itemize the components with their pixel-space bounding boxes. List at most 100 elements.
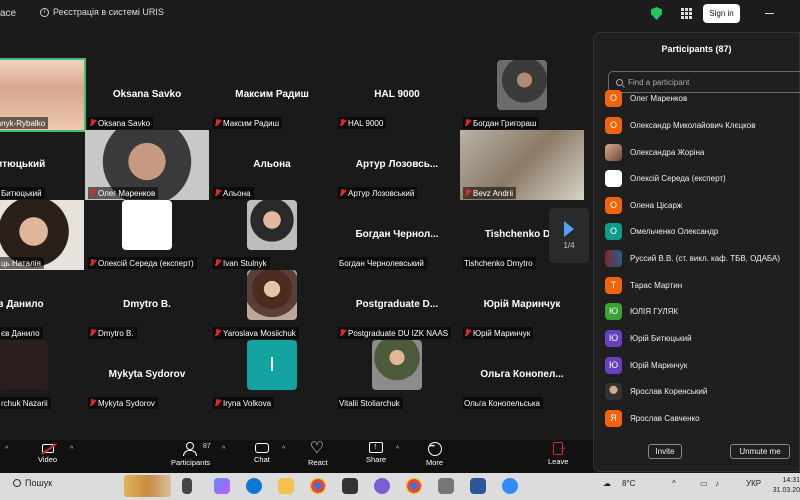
participant-row[interactable]: О Омельченко Олександр: [605, 222, 718, 240]
participant-row[interactable]: Руссий В.В. (ст. викл. каф. ТБВ, ОДАБА): [605, 249, 780, 267]
video-tile[interactable]: rchuk Nazarii: [0, 340, 84, 410]
edge-icon[interactable]: [246, 478, 262, 494]
system-clock[interactable]: 14:31 31.03.20: [765, 476, 800, 496]
page-indicator: 1/4: [563, 241, 575, 250]
participants-title: Participants (87): [661, 44, 732, 54]
caret-up-icon[interactable]: ^: [222, 446, 225, 453]
mic-muted-icon: [214, 399, 221, 407]
participant-row[interactable]: Ю ЮЛІЯ ГУЛЯК: [605, 302, 678, 320]
video-tile[interactable]: й Битюцький Битюцький: [0, 130, 84, 200]
chrome-icon[interactable]: [310, 478, 326, 494]
language-indicator[interactable]: УКР: [746, 479, 761, 488]
mic-muted-icon: [89, 259, 96, 267]
unmute-me-button[interactable]: Unmute me: [730, 444, 790, 459]
more-button[interactable]: More: [426, 442, 443, 467]
caret-up-icon[interactable]: ^: [70, 446, 73, 453]
participant-row[interactable]: Ю Юрій Битюцький: [605, 329, 692, 347]
viber-icon[interactable]: [374, 478, 390, 494]
react-button[interactable]: React: [308, 438, 328, 467]
chat-button[interactable]: Chat: [254, 442, 270, 464]
file-explorer-icon[interactable]: [278, 478, 294, 494]
caret-up-icon[interactable]: ^: [396, 446, 399, 453]
participant-row[interactable]: Я Ярослав Савченко: [605, 409, 700, 427]
participant-row[interactable]: О Олег Маренков: [605, 89, 687, 107]
video-tile[interactable]: Yaroslava Mosiichuk: [210, 270, 334, 340]
participant-name: Postgraduate D...: [355, 299, 439, 310]
registration-link[interactable]: i Реєстрація в системі URIS: [40, 7, 164, 17]
search-highlight-image[interactable]: [124, 475, 171, 497]
participant-avatar: Ю: [605, 329, 622, 347]
participant-row[interactable]: Ю Юрій Маринчук: [605, 356, 687, 374]
video-tile[interactable]: Богдан Григораш: [460, 60, 584, 130]
video-tile[interactable]: Bevz Andrii: [460, 130, 584, 200]
participant-name: Юрій Маринчук: [483, 299, 561, 310]
video-tile[interactable]: Ольга Конопел... Ольга Конопельська: [460, 340, 584, 410]
video-off-icon: [41, 444, 54, 453]
zoom-icon[interactable]: [502, 478, 518, 494]
tile-label: Iryna Volkova: [213, 397, 275, 409]
video-tile[interactable]: Максим Радиш Максим Радиш: [210, 60, 334, 130]
word-icon[interactable]: [470, 478, 486, 494]
sign-in-button[interactable]: Sign in: [703, 4, 740, 23]
weather-cloud-icon[interactable]: ☁: [603, 479, 611, 488]
participant-name: Артур Лозовсь...: [355, 159, 439, 170]
app-icon[interactable]: [438, 478, 454, 494]
shield-icon[interactable]: [651, 7, 662, 20]
mic-muted-icon: [214, 259, 221, 267]
video-button[interactable]: Video: [38, 442, 57, 464]
video-tile[interactable]: Олексій Середа (експерт): [85, 200, 209, 270]
share-button[interactable]: Share: [366, 441, 386, 464]
video-tile[interactable]: Богдан Чернол... Богдан Чернолевський: [335, 200, 459, 270]
video-tile[interactable]: Ivan Stulnyk: [210, 200, 334, 270]
tray-chevron-icon[interactable]: ^: [672, 479, 676, 488]
participant-row[interactable]: Олександра Жоріна: [605, 143, 704, 161]
minimize-icon[interactable]: [765, 13, 774, 14]
tile-label: Альона: [213, 187, 254, 199]
video-tile[interactable]: Mykyta Sydorov Mykyta Sydorov: [85, 340, 209, 410]
copilot-icon[interactable]: [214, 478, 230, 494]
video-tile[interactable]: Postgraduate D... Postgraduate DU IZK NA…: [335, 270, 459, 340]
invite-button[interactable]: Invite: [648, 444, 682, 459]
participant-row[interactable]: О Олена Цісарж: [605, 196, 682, 214]
video-tile[interactable]: Dmytro B. Dmytro B.: [85, 270, 209, 340]
tile-label: Богдан Григораш: [463, 117, 540, 129]
task-view-icon[interactable]: [182, 478, 192, 494]
participant-row-name: Руссий В.В. (ст. викл. каф. ТБВ, ОДАБА): [630, 253, 780, 263]
video-tile[interactable]: Артур Лозовсь... Артур Лозовський: [335, 130, 459, 200]
video-tile[interactable]: ць Наталія: [0, 200, 84, 270]
volume-icon[interactable]: ♪: [715, 479, 719, 488]
participant-row[interactable]: Т Тарас Мартин: [605, 276, 682, 294]
calculator-icon[interactable]: [342, 478, 358, 494]
participant-row[interactable]: Ярослав Коренський: [605, 382, 707, 400]
participant-row[interactable]: О Олександр Миколайович Клєцков: [605, 116, 755, 134]
weather-temperature[interactable]: 8°C: [622, 479, 635, 488]
apps-grid-icon[interactable]: [681, 8, 692, 19]
taskbar-search[interactable]: Пошук: [13, 478, 52, 488]
video-tile[interactable]: Юрій Маринчук Юрій Маринчук: [460, 270, 584, 340]
participant-name: Mykyta Sydorov: [108, 369, 186, 380]
video-tile[interactable]: Vitalii Stoliarchuk: [335, 340, 459, 410]
video-tile[interactable]: едєв Данило єв Данило: [0, 270, 84, 340]
participant-avatar: О: [605, 196, 622, 214]
mic-muted-icon: [339, 189, 346, 197]
tile-label: Dmytro B.: [88, 327, 137, 339]
tile-label: Vitalii Stoliarchuk: [338, 397, 403, 409]
participant-row[interactable]: Олексій Середа (експерт): [605, 169, 726, 187]
video-tile[interactable]: I Iryna Volkova: [210, 340, 334, 410]
leave-button[interactable]: Leave: [548, 442, 568, 466]
more-icon: [427, 442, 442, 456]
video-tile[interactable]: HAL 9000 HAL 9000: [335, 60, 459, 130]
participant-row-name: ЮЛІЯ ГУЛЯК: [630, 306, 679, 316]
chrome-icon-2[interactable]: [406, 478, 422, 494]
participant-avatar: [605, 249, 622, 267]
video-tile[interactable]: Олег Маренков: [85, 130, 209, 200]
video-tile[interactable]: a Kalashnyk-Rybalko: [0, 58, 86, 132]
network-icon[interactable]: ▭: [700, 479, 708, 488]
video-tile[interactable]: Альона Альона: [210, 130, 334, 200]
next-page-button[interactable]: 1/4: [549, 208, 589, 263]
top-bar: ace i Реєстрація в системі URIS Sign in: [0, 0, 800, 28]
caret-up-icon[interactable]: ^: [5, 446, 8, 453]
video-tile[interactable]: Oksana Savko Oksana Savko: [85, 60, 209, 130]
search-icon: [616, 78, 623, 86]
caret-up-icon[interactable]: ^: [282, 446, 285, 453]
